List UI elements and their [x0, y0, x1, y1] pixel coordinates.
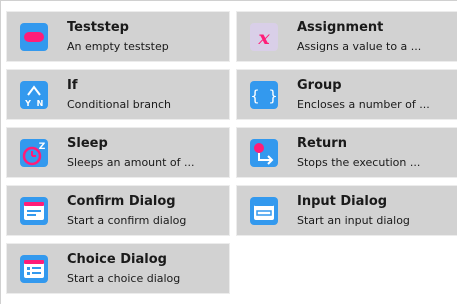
step-tile-teststep[interactable]: Teststep An empty teststep — [6, 11, 230, 62]
step-tile-choice-dialog[interactable]: Choice Dialog Start a choice dialog — [6, 243, 230, 294]
svg-text:Y: Y — [24, 99, 31, 108]
step-tile-group[interactable]: { } Group Encloses a number of ... — [236, 69, 457, 120]
step-description: Start a choice dialog — [67, 272, 181, 285]
input-dialog-icon — [250, 197, 278, 225]
step-title: Choice Dialog — [67, 252, 167, 267]
step-tile-if[interactable]: Y N If Conditional branch — [6, 69, 230, 120]
step-description: Stops the execution ... — [297, 156, 421, 169]
step-title: Confirm Dialog — [67, 194, 176, 209]
choice-dialog-icon — [20, 255, 48, 283]
variable-x-icon: x — [250, 23, 278, 51]
step-tile-confirm-dialog[interactable]: Confirm Dialog Start a confirm dialog — [6, 185, 230, 236]
teststep-icon — [20, 23, 48, 51]
step-description: Conditional branch — [67, 98, 172, 111]
step-description: Start an input dialog — [297, 214, 410, 227]
step-description: Sleeps an amount of ... — [67, 156, 195, 169]
svg-text:{ }: { } — [250, 87, 277, 105]
branch-y-n-icon: Y N — [20, 81, 48, 109]
svg-text:N: N — [37, 99, 44, 108]
step-tile-sleep[interactable]: Z Sleep Sleeps an amount of ... — [6, 127, 230, 178]
step-title: Return — [297, 136, 347, 151]
step-title: Teststep — [67, 20, 129, 35]
svg-text:Z: Z — [39, 142, 46, 152]
step-title: Input Dialog — [297, 194, 388, 209]
braces-icon: { } — [250, 81, 278, 109]
step-description: Assigns a value to a ... — [297, 40, 422, 53]
step-palette: Teststep An empty teststep x Assignment … — [0, 0, 457, 304]
step-title: If — [67, 78, 78, 93]
stopwatch-z-icon: Z — [20, 139, 48, 167]
step-tile-input-dialog[interactable]: Input Dialog Start an input dialog — [236, 185, 457, 236]
step-tile-return[interactable]: Return Stops the execution ... — [236, 127, 457, 178]
return-arrow-icon — [250, 139, 278, 167]
step-tile-assignment[interactable]: x Assignment Assigns a value to a ... — [236, 11, 457, 62]
step-title: Sleep — [67, 136, 108, 151]
step-title: Group — [297, 78, 342, 93]
step-description: An empty teststep — [67, 40, 169, 53]
step-description: Encloses a number of ... — [297, 98, 430, 111]
confirm-dialog-icon — [20, 197, 48, 225]
step-description: Start a confirm dialog — [67, 214, 187, 227]
step-title: Assignment — [297, 20, 384, 35]
svg-text:x: x — [257, 27, 270, 49]
